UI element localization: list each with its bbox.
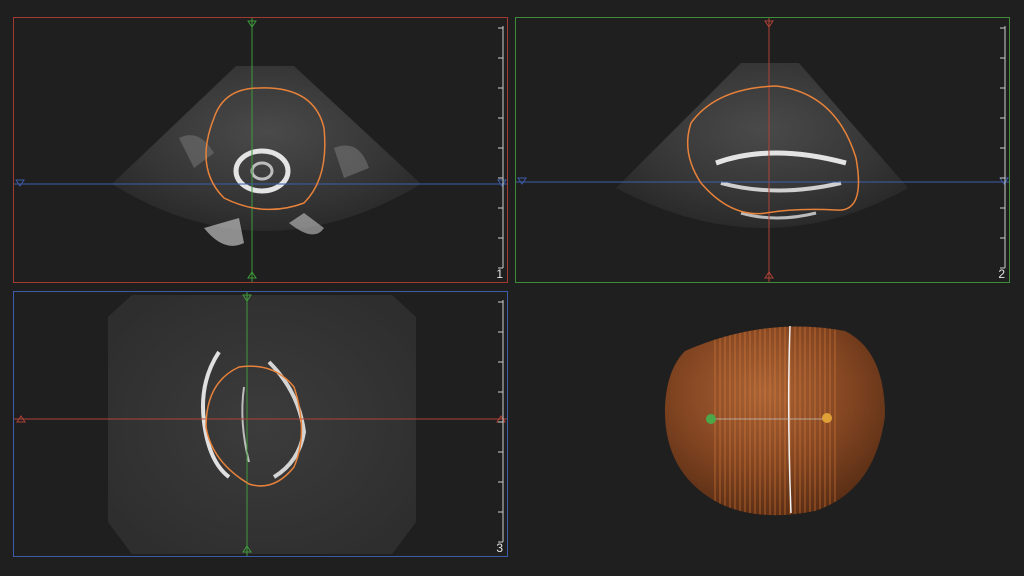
view-pane-3[interactable]: 3	[13, 291, 508, 557]
ultrasound-image-1	[14, 18, 507, 282]
crosshair-marker-left[interactable]	[15, 179, 25, 187]
ultrasound-sector	[616, 63, 908, 228]
orange-landmark-point[interactable]	[822, 413, 832, 423]
ultrasound-image-2	[516, 18, 1009, 282]
ultrasound-image-3	[14, 292, 507, 556]
pane-number: 2	[998, 267, 1005, 281]
green-landmark-point[interactable]	[706, 414, 716, 424]
pane-number: 3	[496, 541, 503, 555]
pane-number: 1	[496, 267, 503, 281]
depth-scale	[498, 300, 504, 543]
crosshair-marker-right[interactable]	[497, 179, 507, 187]
crosshair-marker-right[interactable]	[999, 177, 1009, 185]
volume-render-3d[interactable]	[515, 291, 1010, 557]
view-pane-3d[interactable]	[515, 291, 1010, 557]
depth-scale	[498, 26, 504, 269]
ultrasound-sector	[112, 66, 421, 231]
view-pane-2[interactable]: 2	[515, 17, 1010, 283]
view-pane-1[interactable]: 1	[13, 17, 508, 283]
ultrasound-volume-slice	[108, 295, 416, 554]
crosshair-marker-left[interactable]	[517, 177, 527, 185]
depth-scale	[1000, 26, 1006, 269]
